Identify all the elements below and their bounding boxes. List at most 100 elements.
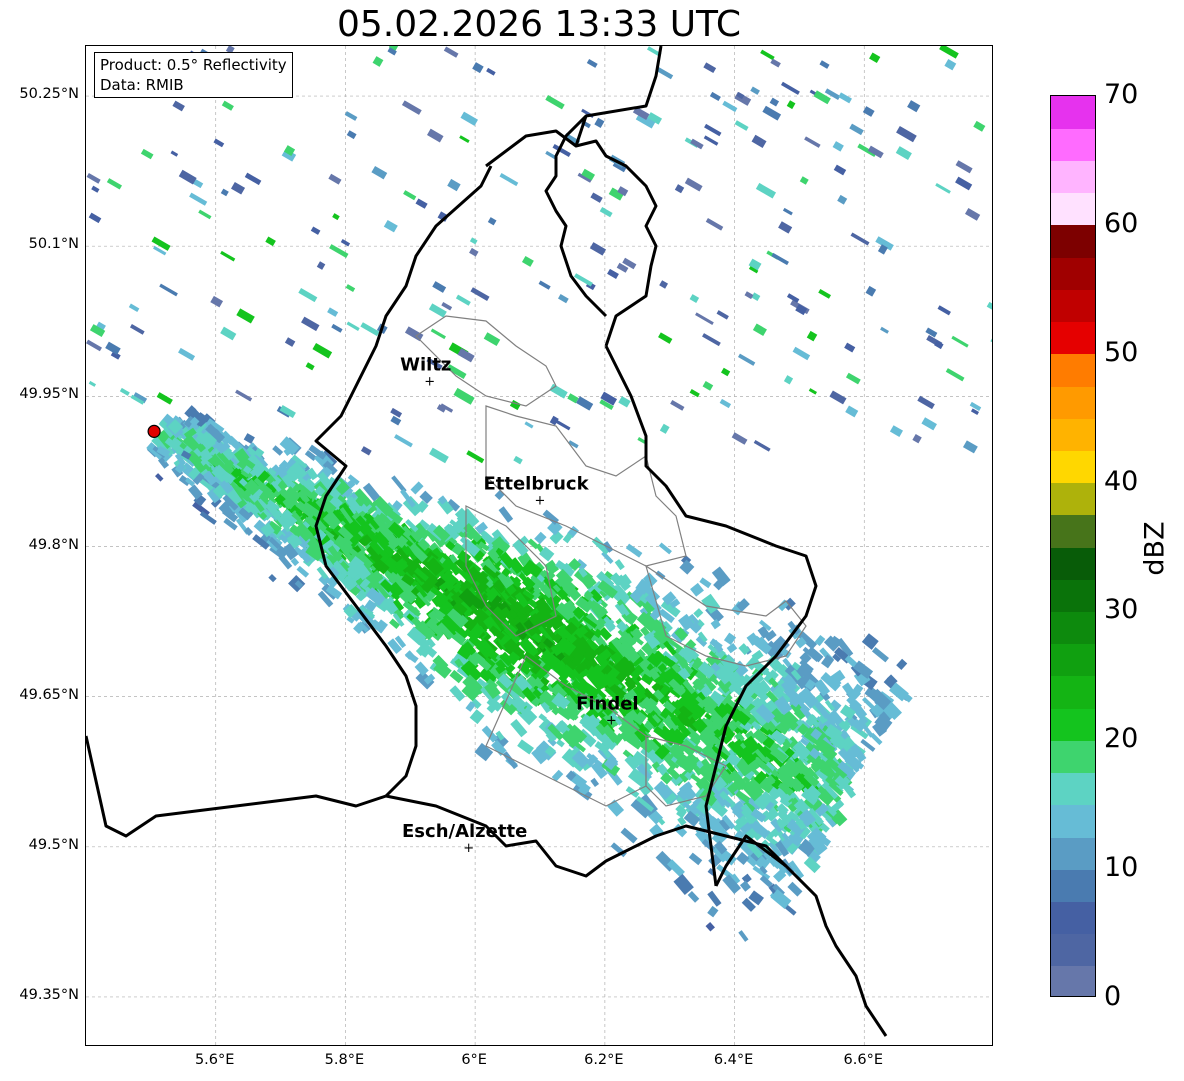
echo-cell <box>88 380 97 387</box>
echo-cell <box>487 217 497 226</box>
echo-cell <box>509 399 521 411</box>
echo-cell <box>213 138 225 148</box>
echo-cell <box>538 280 551 290</box>
echo-cell <box>156 392 173 405</box>
echo-cell <box>86 172 101 184</box>
echo-cell <box>331 323 343 333</box>
echo-cell <box>414 661 429 676</box>
echo-cell <box>716 310 729 320</box>
echo-cell <box>576 396 594 411</box>
echo-cell <box>140 148 154 160</box>
colorbar-segment <box>1051 385 1095 419</box>
echo-cell <box>549 383 568 399</box>
echo-cell <box>871 647 889 663</box>
echo-cell <box>243 433 255 444</box>
city-marker-icon: + <box>535 493 546 508</box>
echo-cell <box>704 123 722 137</box>
echo-cell <box>510 718 528 738</box>
echo-cell <box>453 387 475 405</box>
echo-cell <box>865 285 877 297</box>
echo-cell <box>771 252 789 266</box>
echo-cell <box>483 332 501 347</box>
echo-cell <box>703 135 719 146</box>
city-ettelbruck: +Ettelbruck <box>483 473 589 508</box>
echo-cell <box>244 172 262 186</box>
city-marker-icon: + <box>424 374 435 389</box>
colorbar-tick-label: 70 <box>1104 79 1139 110</box>
radar-map[interactable]: + Wiltz + Ettelbruck + Findel + Esch/Alzette <box>85 45 993 1046</box>
lon-tick-label: 5.6°E <box>194 1052 235 1068</box>
echo-cell <box>837 194 848 205</box>
echo-cell <box>235 389 253 402</box>
echo-cell <box>734 120 749 131</box>
echo-cell <box>755 182 777 199</box>
radar-site-marker[interactable] <box>147 424 161 438</box>
echo-cell <box>935 182 951 194</box>
colorbar-segment <box>1051 772 1095 806</box>
echo-cell <box>912 434 922 444</box>
echo-cell <box>670 399 685 411</box>
city-label: Esch/Alzette <box>402 821 527 842</box>
echo-cell <box>443 46 459 58</box>
echo-cell <box>189 192 208 206</box>
echo-cell <box>738 353 756 366</box>
echo-cell <box>753 439 771 452</box>
echo-cell <box>155 473 164 482</box>
echo-cell <box>296 565 310 578</box>
echo-cell <box>693 608 704 619</box>
lat-tick-label: 49.35°N <box>19 986 79 1003</box>
echo-cell <box>690 582 704 597</box>
echo-cell <box>945 368 965 382</box>
echo-cell <box>782 207 793 216</box>
echo-cell <box>845 405 859 418</box>
echo-cell <box>618 396 631 408</box>
echo-cell <box>360 322 380 337</box>
echo-cell <box>594 117 605 128</box>
echo-cell <box>734 91 752 106</box>
echo-cell <box>614 559 625 571</box>
echo-cell <box>517 739 534 755</box>
echo-cell <box>744 291 754 300</box>
echo-cell <box>521 255 534 267</box>
echo-cell <box>430 328 446 340</box>
echo-cell <box>721 367 731 377</box>
colorbar-tick-label: 40 <box>1104 465 1139 497</box>
echo-cell <box>470 287 490 302</box>
echo-cell <box>346 321 360 331</box>
echo-cell <box>787 881 803 897</box>
colorbar-segment <box>1051 482 1095 516</box>
colorbar-tick-label: 30 <box>1104 594 1139 626</box>
echo-cell <box>298 287 318 303</box>
city-marker-icon: + <box>463 841 474 856</box>
lat-tick-label: 49.65°N <box>19 686 79 703</box>
echo-cell <box>739 880 751 892</box>
echo-cell <box>992 260 993 273</box>
echo-cell <box>459 135 470 144</box>
echo-cell <box>937 305 951 316</box>
echo-cell <box>705 922 715 932</box>
city-label: Ettelbruck <box>483 473 589 494</box>
echo-cell <box>524 421 534 429</box>
echo-cell <box>607 268 619 279</box>
echo-cell <box>159 283 178 297</box>
colorbar-segment <box>1051 160 1095 194</box>
echo-cell <box>371 165 388 180</box>
echo-cell <box>344 111 358 121</box>
echo-cell <box>449 685 466 702</box>
echo-cell <box>601 551 614 564</box>
echo-cell <box>702 333 721 347</box>
colorbar-segment <box>1051 836 1095 870</box>
echo-cell <box>106 178 122 190</box>
echo-cell <box>268 573 277 583</box>
echo-cell <box>762 105 782 121</box>
lon-tick-label: 6°E <box>461 1052 487 1068</box>
echo-cell <box>469 709 485 725</box>
echo-cell <box>845 372 861 385</box>
echo-cell <box>410 481 424 495</box>
echo-cell <box>625 786 640 798</box>
echo-cell <box>705 218 724 231</box>
echo-cell <box>481 725 499 743</box>
echo-cell <box>472 62 484 74</box>
echo-cell <box>688 852 703 866</box>
echo-cell <box>896 125 917 143</box>
